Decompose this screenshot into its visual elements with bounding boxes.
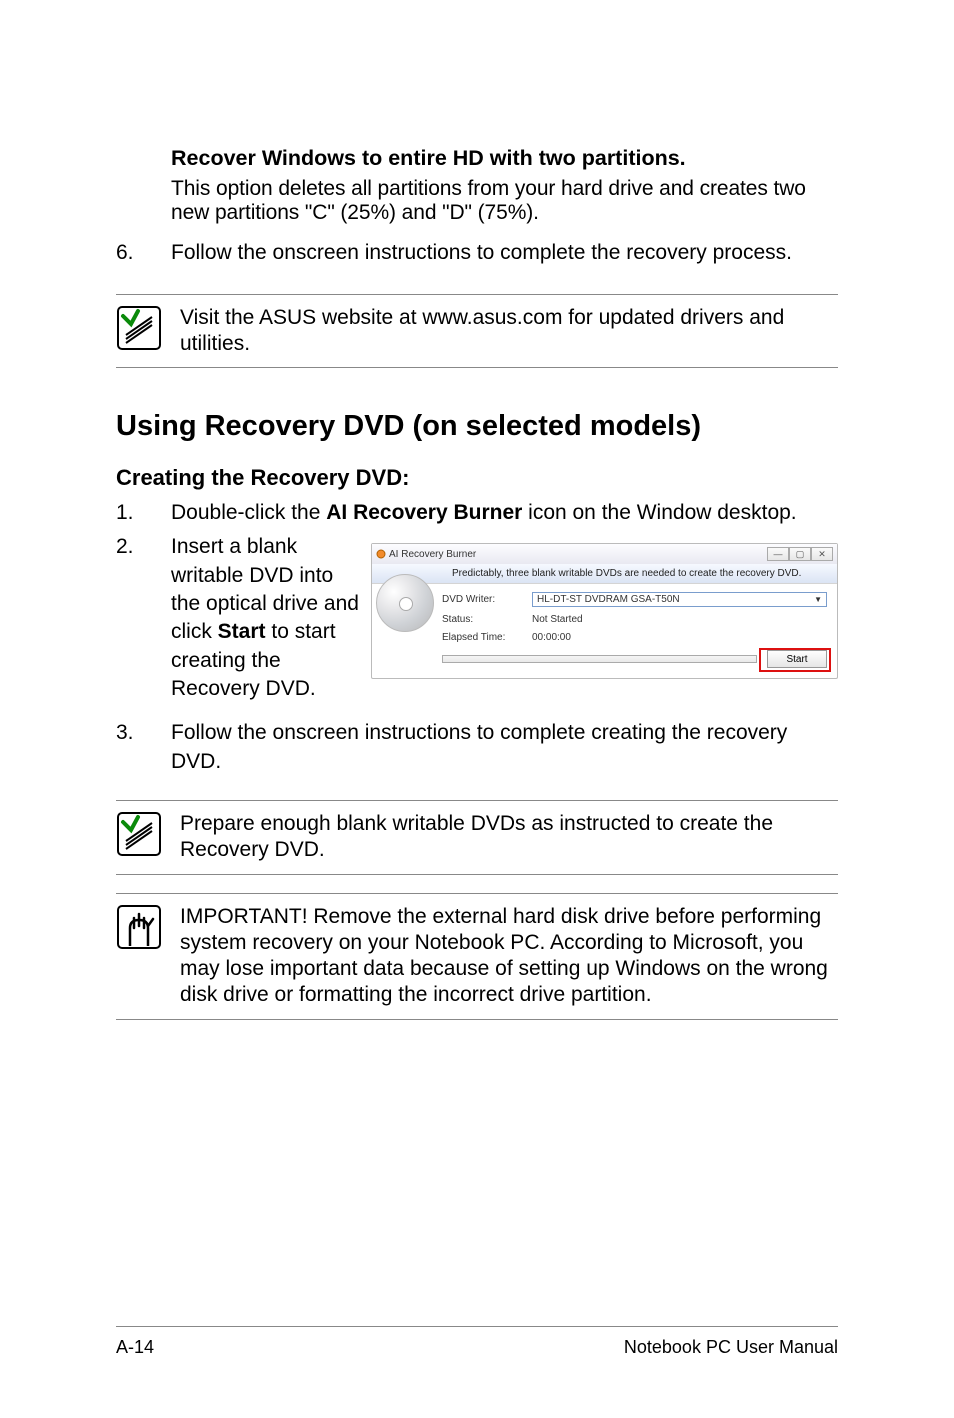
step-text-6: Follow the onscreen instructions to comp… [171,239,838,267]
footer-title: Notebook PC User Manual [624,1337,838,1358]
step-number-3: 3. [116,719,146,747]
subheading: Creating the Recovery DVD: [116,465,838,491]
note-block-3: IMPORTANT! Remove the external hard disk… [116,893,838,1020]
label-dvd-writer: DVD Writer: [442,594,532,605]
note-text-1: Visit the ASUS website at www.asus.com f… [180,305,838,358]
dvd-writer-value: HL-DT-ST DVDRAM GSA-T50N [537,594,680,605]
page-number: A-14 [116,1337,154,1358]
step-number-6: 6. [116,239,146,267]
maximize-button[interactable]: ▢ [789,547,811,561]
note-icon [116,305,162,351]
important-icon [116,904,162,950]
option-desc: This option deletes all partitions from … [171,177,838,225]
progress-bar [442,655,757,663]
option-title: Recover Windows to entire HD with two pa… [171,145,838,173]
label-status: Status: [442,614,532,625]
step1-bold: AI Recovery Burner [326,501,522,524]
step-number-1: 1. [116,499,146,527]
ai-recovery-dialog: AI Recovery Burner — ▢ ✕ Predictably, th… [371,543,838,679]
minimize-button[interactable]: — [767,547,789,561]
note-text-2: Prepare enough blank writable DVDs as in… [180,811,838,864]
app-icon [376,549,386,559]
start-button[interactable]: Start [767,650,827,668]
dvd-writer-select[interactable]: HL-DT-ST DVDRAM GSA-T50N ▼ [532,592,827,607]
label-elapsed: Elapsed Time: [442,632,532,643]
section-heading: Using Recovery DVD (on selected models) [116,410,838,443]
chevron-down-icon: ▼ [814,595,822,604]
step-number-2: 2. [116,533,146,561]
step2-bold: Start [218,620,266,643]
step1-post: icon on the Window desktop. [522,501,796,524]
status-value: Not Started [532,614,583,625]
step-text-1: Double-click the AI Recovery Burner icon… [171,499,797,527]
close-button[interactable]: ✕ [811,547,833,561]
step-text-2: Insert a blank writable DVD into the opt… [171,533,361,703]
dialog-hint: Predictably, three blank writable DVDs a… [372,564,837,584]
note-block-1: Visit the ASUS website at www.asus.com f… [116,294,838,369]
step1-pre: Double-click the [171,501,326,524]
elapsed-value: 00:00:00 [532,632,571,643]
note-text-3: IMPORTANT! Remove the external hard disk… [180,904,838,1009]
dvd-image [376,574,434,632]
note-block-2: Prepare enough blank writable DVDs as in… [116,800,838,875]
step-text-3: Follow the onscreen instructions to comp… [171,719,838,776]
dialog-title: AI Recovery Burner [389,549,476,560]
note-icon [116,811,162,857]
